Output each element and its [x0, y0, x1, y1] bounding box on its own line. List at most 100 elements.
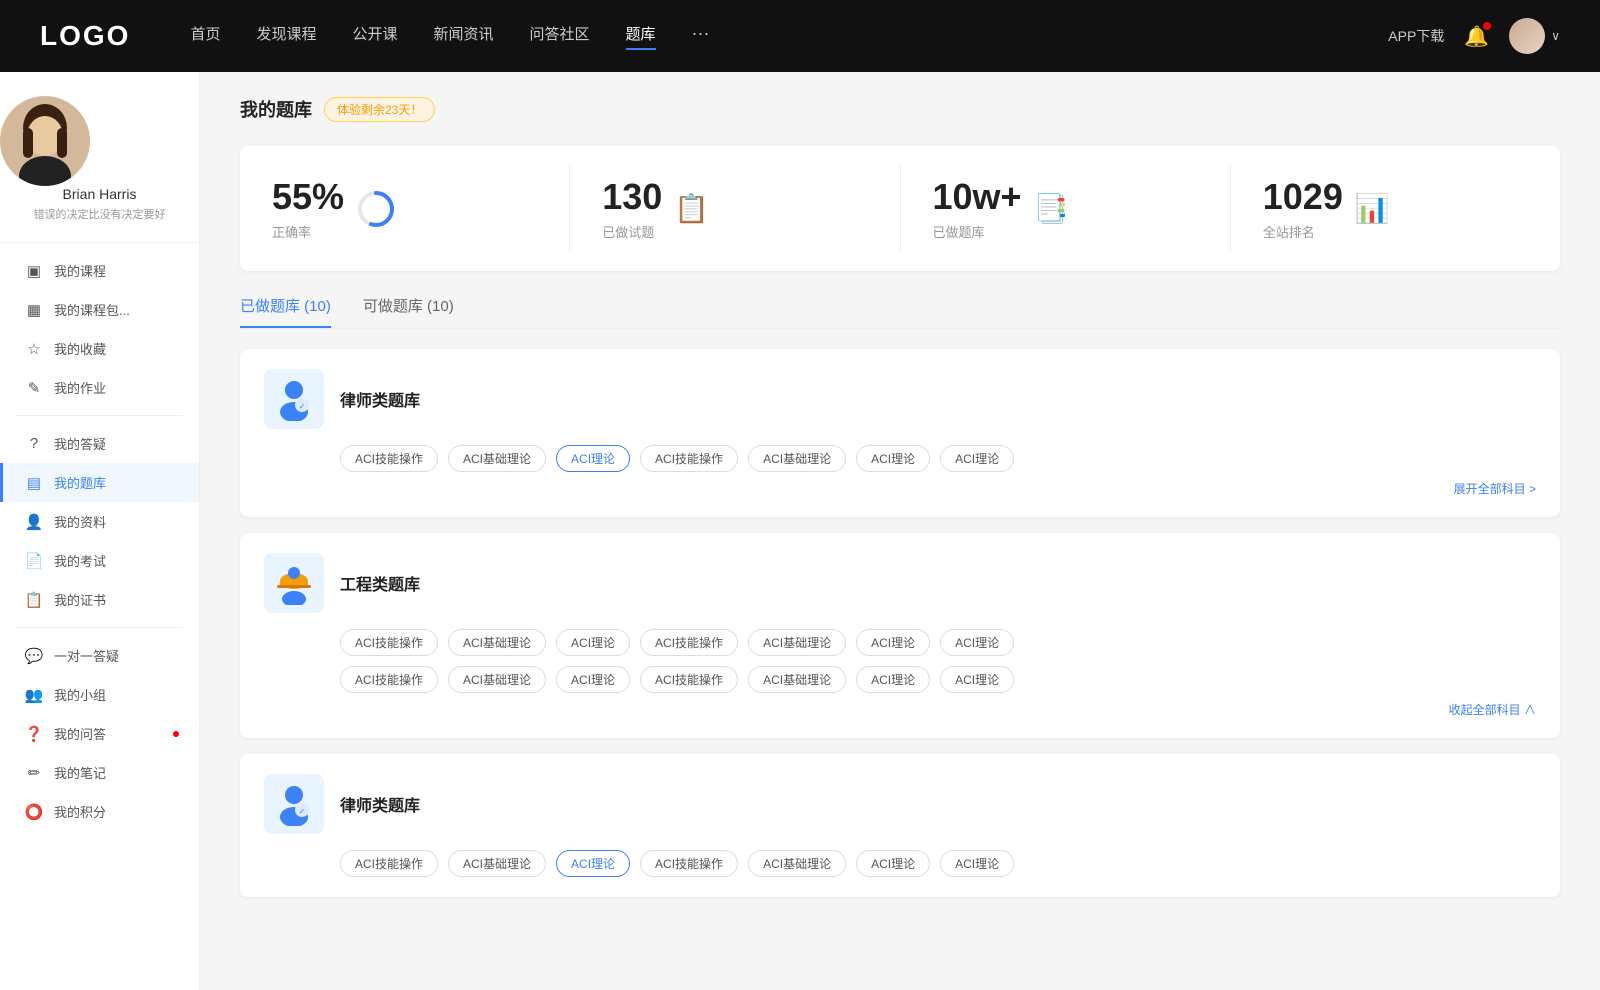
sidebar-item-my-certificate[interactable]: 📋 我的证书: [0, 580, 199, 619]
group-icon: 👥: [24, 686, 44, 704]
nav-qa[interactable]: 问答社区: [530, 23, 590, 50]
done-questions-icon: 📋: [674, 192, 709, 225]
tabs: 已做题库 (10) 可做题库 (10): [240, 295, 1560, 329]
sidebar-item-one-on-one[interactable]: 💬 一对一答疑: [0, 636, 199, 675]
stat-site-rank: 1029 全站排名 📊: [1231, 166, 1560, 251]
bank-name-lawyer-2: 律师类题库: [340, 792, 420, 816]
nav-open-course[interactable]: 公开课: [352, 23, 397, 50]
certificate-icon: 📋: [24, 591, 44, 609]
avatar: [1509, 18, 1545, 54]
one-on-one-icon: 💬: [24, 647, 44, 665]
tag-lawyer2-5[interactable]: ACI理论: [856, 850, 930, 877]
tag-lawyer1-5[interactable]: ACI理论: [856, 445, 930, 472]
sidebar-item-my-questions[interactable]: ❓ 我的问答: [0, 714, 199, 753]
sidebar-item-my-group[interactable]: 👥 我的小组: [0, 675, 199, 714]
sidebar-item-my-favorites[interactable]: ☆ 我的收藏: [0, 329, 199, 368]
sidebar-menu: ▣ 我的课程 ▦ 我的课程包... ☆ 我的收藏 ✎ 我的作业 ? 我的答疑 ▤: [0, 251, 199, 831]
tag-eng-1[interactable]: ACI基础理论: [448, 629, 546, 656]
sidebar-item-my-course-packages[interactable]: ▦ 我的课程包...: [0, 290, 199, 329]
bank-section-lawyer-2: ✓ 律师类题库 ACI技能操作 ACI基础理论 ACI理论 ACI技能操作 AC…: [240, 754, 1560, 897]
sidebar-item-my-qa[interactable]: ? 我的答疑: [0, 424, 199, 463]
bank-tags-engineer-row1: ACI技能操作 ACI基础理论 ACI理论 ACI技能操作 ACI基础理论 AC…: [340, 629, 1536, 656]
homework-icon: ✎: [24, 379, 44, 397]
sidebar-item-my-points[interactable]: ⭕ 我的积分: [0, 792, 199, 831]
sidebar-item-my-exam[interactable]: 📄 我的考试: [0, 541, 199, 580]
tab-done-banks[interactable]: 已做题库 (10): [240, 295, 331, 328]
tag-eng-r2-4[interactable]: ACI基础理论: [748, 666, 846, 693]
bank-header-lawyer-1: ✓ 律师类题库: [264, 369, 1536, 429]
tag-eng-r2-0[interactable]: ACI技能操作: [340, 666, 438, 693]
bank-icon-lawyer-2: ✓: [264, 774, 324, 834]
tag-lawyer2-1[interactable]: ACI基础理论: [448, 850, 546, 877]
app-download-button[interactable]: APP下载: [1388, 26, 1444, 46]
nav-bank[interactable]: 题库: [626, 23, 656, 50]
page-title: 我的题库: [240, 96, 312, 122]
tag-lawyer2-2[interactable]: ACI理论: [556, 850, 630, 877]
tag-eng-r2-3[interactable]: ACI技能操作: [640, 666, 738, 693]
bank-tags-lawyer-1: ACI技能操作 ACI基础理论 ACI理论 ACI技能操作 ACI基础理论 AC…: [340, 445, 1536, 472]
sidebar: Brian Harris 错误的决定比没有决定要好 ▣ 我的课程 ▦ 我的课程包…: [0, 72, 200, 990]
sidebar-item-my-homework[interactable]: ✎ 我的作业: [0, 368, 199, 407]
tag-lawyer1-3[interactable]: ACI技能操作: [640, 445, 738, 472]
bank-section-lawyer-1: ✓ 律师类题库 ACI技能操作 ACI基础理论 ACI理论 ACI技能操作 AC…: [240, 349, 1560, 517]
tag-lawyer1-2[interactable]: ACI理论: [556, 445, 630, 472]
bank-icon-engineer: [264, 553, 324, 613]
sidebar-item-my-courses[interactable]: ▣ 我的课程: [0, 251, 199, 290]
points-icon: ⭕: [24, 803, 44, 821]
notification-bell-icon[interactable]: 🔔: [1464, 24, 1489, 49]
tag-eng-r2-5[interactable]: ACI理论: [856, 666, 930, 693]
stat-label-done-questions: 已做试题: [602, 222, 662, 241]
tag-lawyer1-4[interactable]: ACI基础理论: [748, 445, 846, 472]
favorites-icon: ☆: [24, 340, 44, 358]
tag-eng-6[interactable]: ACI理论: [940, 629, 1014, 656]
tab-available-banks[interactable]: 可做题库 (10): [363, 295, 454, 328]
header-right: APP下载 🔔 ∨: [1388, 18, 1560, 54]
sidebar-item-my-bank[interactable]: ▤ 我的题库: [0, 463, 199, 502]
tag-eng-3[interactable]: ACI技能操作: [640, 629, 738, 656]
tag-eng-r2-2[interactable]: ACI理论: [556, 666, 630, 693]
stat-correct-rate: 55% 正确率: [240, 166, 570, 251]
tag-eng-2[interactable]: ACI理论: [556, 629, 630, 656]
bank-tags-lawyer-2: ACI技能操作 ACI基础理论 ACI理论 ACI技能操作 ACI基础理论 AC…: [340, 850, 1536, 877]
trial-badge: 体验剩余23天！: [324, 97, 435, 122]
tag-lawyer1-0[interactable]: ACI技能操作: [340, 445, 438, 472]
nav-home[interactable]: 首页: [190, 23, 220, 50]
main-content: 我的题库 体验剩余23天！ 55% 正确率: [200, 72, 1600, 990]
profile-name: Brian Harris: [0, 186, 199, 202]
bank-icon: ▤: [24, 474, 44, 492]
stat-value-correct-rate: 55%: [272, 176, 344, 218]
stat-label-correct-rate: 正确率: [272, 222, 344, 241]
stat-label-done-banks: 已做题库: [933, 222, 1022, 241]
tag-eng-r2-6[interactable]: ACI理论: [940, 666, 1014, 693]
nav-news[interactable]: 新闻资讯: [434, 23, 494, 50]
nav: 首页 发现课程 公开课 新闻资讯 问答社区 题库 ···: [190, 23, 1388, 50]
stat-done-banks: 10w+ 已做题库 📑: [901, 166, 1231, 251]
tag-eng-0[interactable]: ACI技能操作: [340, 629, 438, 656]
qa-icon: ?: [24, 435, 44, 452]
bank-tags-engineer-row2: ACI技能操作 ACI基础理论 ACI理论 ACI技能操作 ACI基础理论 AC…: [340, 666, 1536, 693]
stat-value-done-questions: 130: [602, 176, 662, 218]
user-profile: Brian Harris 错误的决定比没有决定要好: [0, 96, 199, 243]
sidebar-item-my-notes[interactable]: ✏ 我的笔记: [0, 753, 199, 792]
collapse-engineer-link[interactable]: 收起全部科目 ∧: [264, 701, 1536, 718]
tag-lawyer1-1[interactable]: ACI基础理论: [448, 445, 546, 472]
sidebar-item-my-data[interactable]: 👤 我的资料: [0, 502, 199, 541]
user-avatar-dropdown[interactable]: ∨: [1509, 18, 1560, 54]
nav-discover[interactable]: 发现课程: [256, 23, 316, 50]
tag-eng-r2-1[interactable]: ACI基础理论: [448, 666, 546, 693]
tag-lawyer2-0[interactable]: ACI技能操作: [340, 850, 438, 877]
course-packages-icon: ▦: [24, 301, 44, 319]
tag-lawyer2-4[interactable]: ACI基础理论: [748, 850, 846, 877]
header: LOGO 首页 发现课程 公开课 新闻资讯 问答社区 题库 ··· APP下载 …: [0, 0, 1600, 72]
tag-lawyer2-6[interactable]: ACI理论: [940, 850, 1014, 877]
tag-lawyer2-3[interactable]: ACI技能操作: [640, 850, 738, 877]
site-rank-icon: 📊: [1355, 192, 1390, 225]
stat-label-site-rank: 全站排名: [1263, 222, 1343, 241]
expand-lawyer1-link[interactable]: 展开全部科目 >: [264, 480, 1536, 497]
nav-more[interactable]: ···: [692, 23, 710, 50]
tag-eng-4[interactable]: ACI基础理论: [748, 629, 846, 656]
tag-lawyer1-6[interactable]: ACI理论: [940, 445, 1014, 472]
tag-eng-5[interactable]: ACI理论: [856, 629, 930, 656]
stat-value-site-rank: 1029: [1263, 176, 1343, 218]
stat-value-done-banks: 10w+: [933, 176, 1022, 218]
